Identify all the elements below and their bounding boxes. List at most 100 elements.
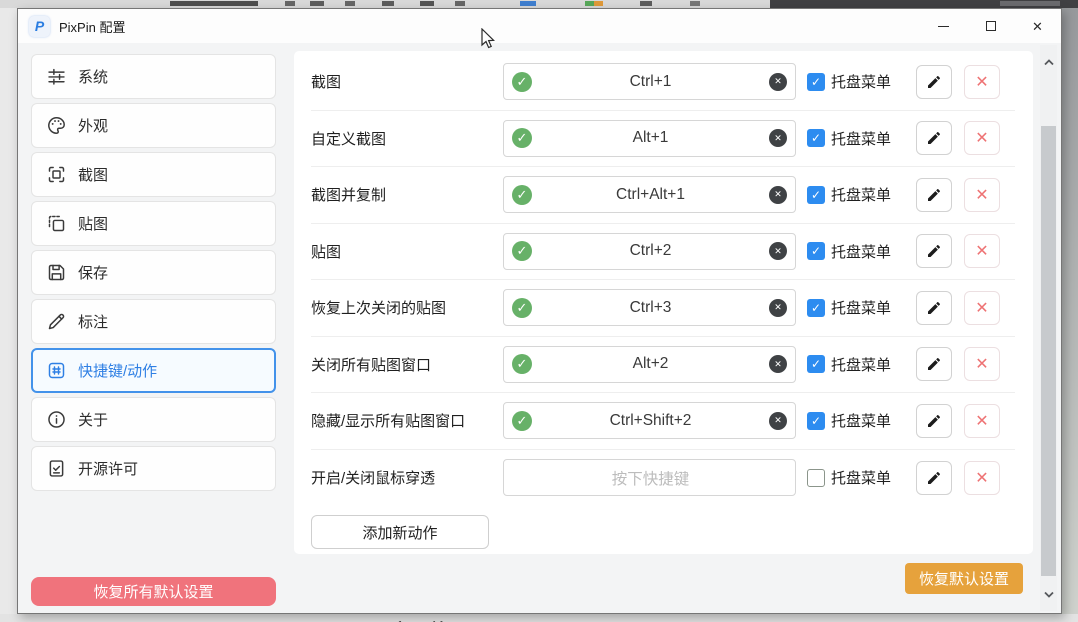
info-icon [45, 409, 67, 431]
delete-action-button[interactable]: ✕ [964, 347, 1000, 381]
scroll-up-button[interactable] [1042, 57, 1055, 67]
minimize-button[interactable] [920, 9, 967, 43]
hotkey-valid-icon: ✓ [512, 241, 532, 261]
clear-hotkey-icon[interactable]: ✕ [769, 299, 787, 317]
hotkey-value: Ctrl+Shift+2 [532, 412, 769, 430]
edit-action-button[interactable] [916, 461, 952, 495]
sidebar-item-system[interactable]: 系统 [31, 54, 276, 99]
hotkey-input[interactable]: ✓ Alt+2 ✕ [503, 346, 796, 383]
hotkey-valid-icon: ✓ [512, 185, 532, 205]
hotkey-input[interactable]: ✓ 按下快捷键 ✕ [503, 459, 796, 496]
delete-action-button[interactable]: ✕ [964, 461, 1000, 495]
delete-action-button[interactable]: ✕ [964, 404, 1000, 438]
tray-menu-label: 托盘菜单 [831, 241, 894, 262]
clear-hotkey-icon[interactable]: ✕ [769, 242, 787, 260]
tray-menu-option: 托盘菜单 [807, 467, 894, 488]
sidebar-item-pin-image[interactable]: 贴图 [31, 201, 276, 246]
edit-action-button[interactable] [916, 65, 952, 99]
sidebar-item-annotate[interactable]: 标注 [31, 299, 276, 344]
pencil-icon [926, 300, 942, 316]
edit-action-button[interactable] [916, 121, 952, 155]
delete-action-button[interactable]: ✕ [964, 291, 1000, 325]
pencil-icon [45, 311, 67, 333]
hotkey-input[interactable]: ✓ Ctrl+Shift+2 ✕ [503, 402, 796, 439]
tray-menu-checkbox[interactable]: ✓ [807, 412, 825, 430]
hotkey-input[interactable]: ✓ Ctrl+Alt+1 ✕ [503, 176, 796, 213]
sidebar-item-appearance[interactable]: 外观 [31, 103, 276, 148]
maximize-icon [986, 21, 996, 31]
hotkey-input[interactable]: ✓ Ctrl+1 ✕ [503, 63, 796, 100]
pencil-icon [926, 243, 942, 259]
clear-hotkey-icon[interactable]: ✕ [769, 186, 787, 204]
tray-menu-checkbox[interactable]: ✓ [807, 73, 825, 91]
tray-menu-checkbox[interactable]: ✓ [807, 299, 825, 317]
tray-menu-checkbox[interactable]: ✓ [807, 242, 825, 260]
hotkey-actions-panel: 截图 ✓ Ctrl+1 ✕ ✓ 托盘菜单 ✕ 自定义截图 ✓ Alt+1 ✕ ✓… [294, 51, 1033, 554]
save-icon [45, 262, 67, 284]
delete-action-button[interactable]: ✕ [964, 121, 1000, 155]
tray-menu-checkbox[interactable]: ✓ [807, 186, 825, 204]
restore-all-defaults-button[interactable]: 恢复所有默认设置 [31, 577, 276, 606]
sidebar-item-license[interactable]: 开源许可 [31, 446, 276, 491]
hotkey-row: 贴图 ✓ Ctrl+2 ✕ ✓ 托盘菜单 ✕ [311, 224, 1015, 281]
action-label: 隐藏/显示所有贴图窗口 [311, 410, 503, 431]
tray-menu-label: 托盘菜单 [831, 354, 894, 375]
clear-hotkey-icon[interactable]: ✕ [769, 129, 787, 147]
tray-menu-label: 托盘菜单 [831, 71, 894, 92]
clear-hotkey-icon[interactable]: ✕ [769, 73, 787, 91]
pixpin-logo-icon: P [29, 16, 50, 37]
delete-x-icon: ✕ [975, 298, 988, 318]
sidebar-item-about[interactable]: 关于 [31, 397, 276, 442]
hotkey-valid-icon: ✓ [512, 72, 532, 92]
restore-defaults-button[interactable]: 恢复默认设置 [905, 563, 1023, 594]
delete-action-button[interactable]: ✕ [964, 178, 1000, 212]
sidebar-item-hotkeys[interactable]: 快捷键/动作 [31, 348, 276, 393]
tray-menu-checkbox[interactable]: ✓ [807, 355, 825, 373]
edit-action-button[interactable] [916, 404, 952, 438]
add-action-row: 添加新动作 [311, 506, 1015, 549]
sidebar-item-save[interactable]: 保存 [31, 250, 276, 295]
edit-action-button[interactable] [916, 178, 952, 212]
delete-action-button[interactable]: ✕ [964, 234, 1000, 268]
pencil-icon [926, 74, 942, 90]
maximize-button[interactable] [967, 9, 1014, 43]
close-icon: ✕ [1032, 20, 1043, 33]
hotkey-input[interactable]: ✓ Ctrl+3 ✕ [503, 289, 796, 326]
hotkey-valid-icon: ✓ [512, 411, 532, 431]
hotkey-value: 按下快捷键 [532, 467, 769, 489]
edit-action-button[interactable] [916, 291, 952, 325]
crop-icon [45, 164, 67, 186]
background-app-bottom-strip: 窗口效果 [0, 614, 1078, 622]
hotkey-valid-icon: ✓ [512, 298, 532, 318]
hotkey-row: 隐藏/显示所有贴图窗口 ✓ Ctrl+Shift+2 ✕ ✓ 托盘菜单 ✕ [311, 393, 1015, 450]
palette-icon [45, 115, 67, 137]
close-button[interactable]: ✕ [1014, 9, 1061, 43]
action-label: 恢复上次关闭的贴图 [311, 297, 503, 318]
hotkey-row: 截图 ✓ Ctrl+1 ✕ ✓ 托盘菜单 ✕ [311, 54, 1015, 111]
edit-action-button[interactable] [916, 234, 952, 268]
hotkey-rows: 截图 ✓ Ctrl+1 ✕ ✓ 托盘菜单 ✕ 自定义截图 ✓ Alt+1 ✕ ✓… [311, 54, 1015, 506]
action-label: 贴图 [311, 241, 503, 262]
sliders-icon [45, 66, 67, 88]
window-title: PixPin 配置 [59, 17, 125, 36]
scrollbar-thumb[interactable] [1041, 126, 1056, 576]
tray-menu-label: 托盘菜单 [831, 467, 894, 488]
delete-action-button[interactable]: ✕ [964, 65, 1000, 99]
sidebar-item-screenshot[interactable]: 截图 [31, 152, 276, 197]
hotkey-input[interactable]: ✓ Ctrl+2 ✕ [503, 233, 796, 270]
tray-menu-checkbox[interactable] [807, 469, 825, 487]
delete-x-icon: ✕ [975, 354, 988, 374]
delete-x-icon: ✕ [975, 411, 988, 431]
tray-menu-checkbox[interactable]: ✓ [807, 129, 825, 147]
scroll-down-button[interactable] [1042, 589, 1055, 599]
hotkey-value: Ctrl+2 [532, 242, 769, 260]
add-action-button[interactable]: 添加新动作 [311, 515, 489, 549]
hotkey-input[interactable]: ✓ Alt+1 ✕ [503, 120, 796, 157]
vertical-scrollbar[interactable] [1040, 45, 1057, 611]
clear-hotkey-icon[interactable]: ✕ [769, 412, 787, 430]
hotkey-row: 截图并复制 ✓ Ctrl+Alt+1 ✕ ✓ 托盘菜单 ✕ [311, 167, 1015, 224]
tray-menu-option: ✓ 托盘菜单 [807, 128, 894, 149]
edit-action-button[interactable] [916, 347, 952, 381]
chevron-down-icon [1044, 591, 1054, 598]
clear-hotkey-icon[interactable]: ✕ [769, 355, 787, 373]
